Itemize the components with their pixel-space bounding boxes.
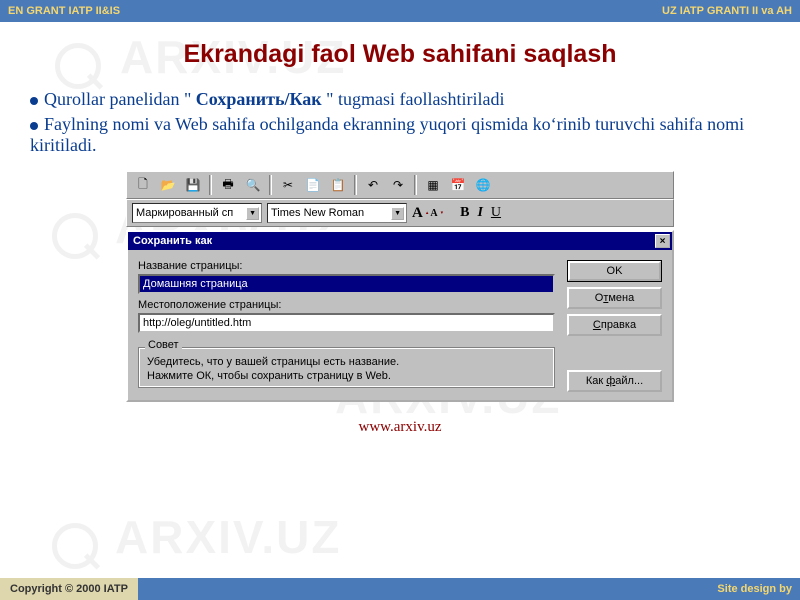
save-icon[interactable]: 💾 xyxy=(182,174,204,196)
bullet-1: Qurollar panelidan " Сохранить/Как " tug… xyxy=(30,89,770,110)
watermark-icon xyxy=(47,208,107,268)
dialog-title: Сохранить как xyxy=(133,235,212,247)
cut-icon[interactable]: ✂ xyxy=(277,174,299,196)
toolbar-separator xyxy=(354,175,357,195)
page-name-label: Название страницы: xyxy=(138,260,555,272)
cancel-button-label: Отмена xyxy=(595,292,634,304)
footer-copyright: Copyright © 2000 IATP xyxy=(0,578,138,600)
text-style-group: B I U xyxy=(460,205,501,221)
help-button-label: Справка xyxy=(593,319,636,331)
header-right-text: UZ IATP GRANTI II va AH xyxy=(662,5,792,17)
bullet-1-bold: Сохранить/Как xyxy=(196,89,322,109)
tip-group-label: Совет xyxy=(145,339,182,351)
bold-button[interactable]: B xyxy=(460,205,469,221)
calendar-icon[interactable]: 📅 xyxy=(447,174,469,196)
bullet-1-text-b: " tugmasi faollashtiriladi xyxy=(322,89,505,109)
watermark-text: ARXIV.UZ xyxy=(115,510,341,564)
redo-icon[interactable]: ↷ xyxy=(387,174,409,196)
open-icon[interactable]: 📂 xyxy=(157,174,179,196)
bullet-1-text-a: Qurollar panelidan " xyxy=(44,89,196,109)
close-icon: × xyxy=(660,236,666,247)
new-icon[interactable]: 🗋 xyxy=(132,174,154,196)
close-button[interactable]: × xyxy=(655,234,670,248)
cancel-button[interactable]: Отмена xyxy=(567,287,662,309)
copy-icon[interactable]: 📄 xyxy=(302,174,324,196)
font-size-arrows-icon: ▾ xyxy=(441,211,444,216)
italic-button[interactable]: I xyxy=(477,205,482,221)
tip-text-2: Нажмите ОК, чтобы сохранить страницу в W… xyxy=(147,369,546,383)
ok-button[interactable]: OK xyxy=(567,260,662,282)
ok-button-label: OK xyxy=(568,261,661,281)
toolbar-separator xyxy=(209,175,212,195)
undo-icon[interactable]: ↶ xyxy=(362,174,384,196)
font-size-arrows-icon: ▴ xyxy=(426,211,429,216)
print-icon[interactable]: 🖶 xyxy=(217,174,239,196)
page-location-input[interactable]: http://oleg/untitled.htm xyxy=(138,313,555,333)
url-text: www.arxiv.uz xyxy=(0,419,800,436)
content-text: Qurollar panelidan " Сохранить/Как " tug… xyxy=(30,89,770,156)
dialog-right-pane: OK Отмена Справка Как файл... xyxy=(567,260,662,392)
embedded-screenshot: 🗋 📂 💾 🖶 🔍 ✂ 📄 📋 ↶ ↷ ▦ 📅 🌐 Маркированный … xyxy=(126,171,674,402)
style-combo-value: Маркированный сп xyxy=(136,207,233,219)
dialog-left-pane: Название страницы: Домашняя страница Мес… xyxy=(138,260,555,392)
page-location-label: Местоположение страницы: xyxy=(138,299,555,311)
font-combo[interactable]: Times New Roman xyxy=(267,203,407,223)
watermark-icon xyxy=(47,518,107,578)
page-name-input[interactable]: Домашняя страница xyxy=(138,274,555,294)
as-file-button-label: Как файл... xyxy=(586,375,643,387)
save-as-dialog: Сохранить как × Название страницы: Домаш… xyxy=(126,230,674,402)
page-name-value: Домашняя страница xyxy=(143,278,248,290)
font-size-group[interactable]: A ▴ A ▾ xyxy=(412,205,443,222)
bullet-2: Faylning nomi va Web sahifa ochilganda e… xyxy=(30,114,770,156)
header-bar: EN GRANT IATP II&IS UZ IATP GRANTI II va… xyxy=(0,0,800,22)
font-combo-value: Times New Roman xyxy=(271,207,364,219)
dialog-titlebar: Сохранить как × xyxy=(128,232,672,250)
as-file-button[interactable]: Как файл... xyxy=(567,370,662,392)
page-title: Ekrandagi faol Web sahifani saqlash xyxy=(0,40,800,69)
bullet-2-text: Faylning nomi va Web sahifa ochilganda e… xyxy=(30,114,744,155)
toolbar: 🗋 📂 💾 🖶 🔍 ✂ 📄 📋 ↶ ↷ ▦ 📅 🌐 xyxy=(126,171,674,199)
help-button[interactable]: Справка xyxy=(567,314,662,336)
bullet-dot-icon xyxy=(30,122,38,130)
header-left-text: EN GRANT IATP II&IS xyxy=(8,5,120,17)
page-location-value: http://oleg/untitled.htm xyxy=(143,317,251,329)
font-large-a-icon: A xyxy=(412,205,423,222)
web-icon[interactable]: 🌐 xyxy=(472,174,494,196)
tip-group: Совет Убедитесь, что у вашей страницы ес… xyxy=(138,347,555,388)
preview-icon[interactable]: 🔍 xyxy=(242,174,264,196)
paste-icon[interactable]: 📋 xyxy=(327,174,349,196)
dialog-body: Название страницы: Домашняя страница Мес… xyxy=(128,250,672,400)
toolbar-separator xyxy=(414,175,417,195)
footer-bar: Copyright © 2000 IATP Site design by xyxy=(0,578,800,600)
underline-button[interactable]: U xyxy=(491,205,501,221)
footer-credit: Site design by xyxy=(717,583,792,595)
font-small-a-icon: A xyxy=(430,208,437,219)
table-icon[interactable]: ▦ xyxy=(422,174,444,196)
bullet-dot-icon xyxy=(30,97,38,105)
format-bar: Маркированный сп Times New Roman A ▴ A ▾… xyxy=(126,199,674,227)
toolbar-separator xyxy=(269,175,272,195)
style-combo[interactable]: Маркированный сп xyxy=(132,203,262,223)
tip-text-1: Убедитесь, что у вашей страницы есть наз… xyxy=(147,355,546,369)
